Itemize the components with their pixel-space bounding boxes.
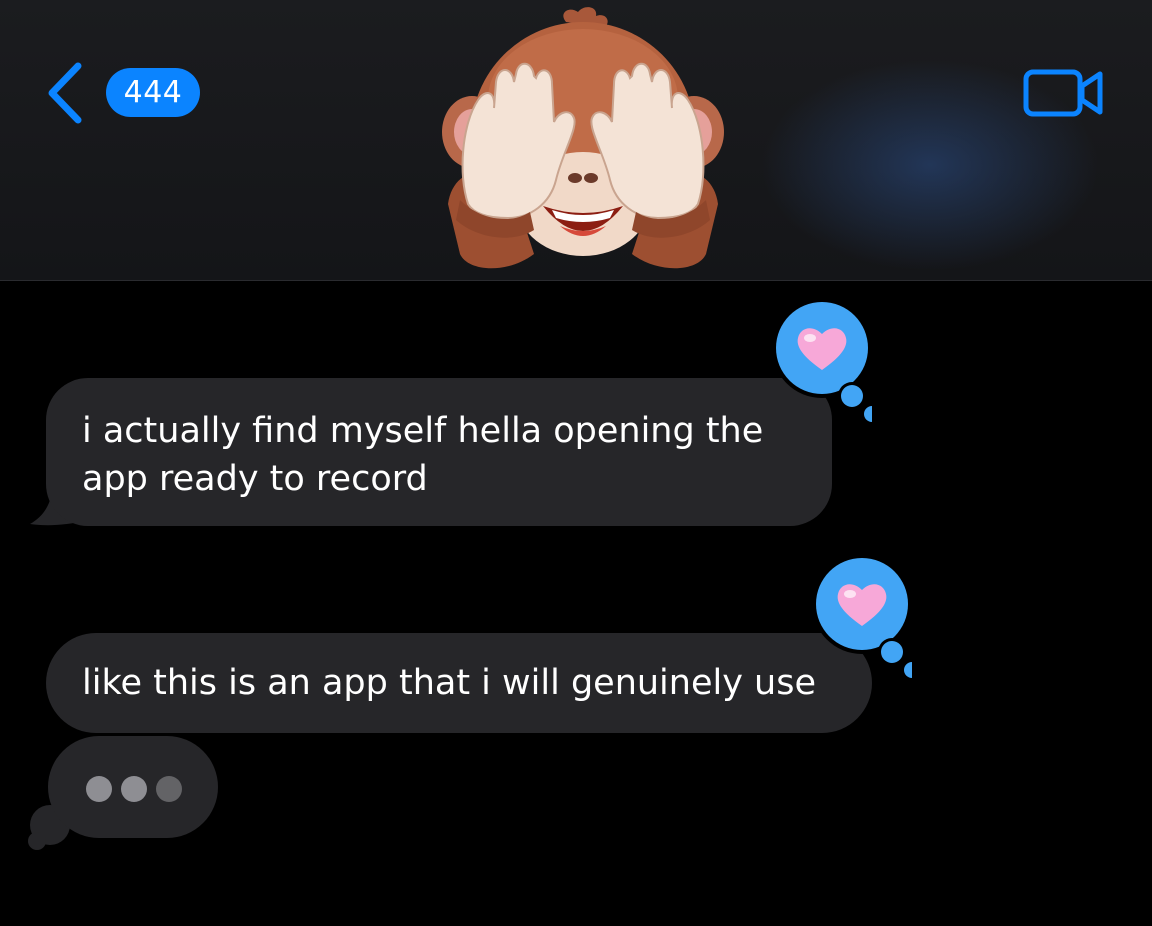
- heart-tapback-icon[interactable]: [772, 296, 872, 436]
- typing-indicator-tail-dot: [28, 832, 46, 850]
- message-bubble-incoming[interactable]: i actually find myself hella opening the…: [46, 378, 832, 526]
- conversation-header: 444: [0, 0, 1152, 281]
- message-bubble-incoming[interactable]: like this is an app that i will genuinel…: [46, 633, 872, 733]
- message-text: i actually find myself hella opening the…: [82, 411, 764, 499]
- messages-screen: 444 i actually find myself hella opening…: [0, 0, 1152, 926]
- unread-count-badge[interactable]: 444: [106, 68, 200, 117]
- chevron-left-icon[interactable]: [44, 60, 84, 126]
- typing-indicator: [48, 736, 218, 838]
- message-text: like this is an app that i will genuinel…: [82, 663, 817, 703]
- heart-tapback-icon[interactable]: [812, 552, 912, 692]
- monkey-avatar-icon[interactable]: [438, 4, 728, 276]
- typing-dot: [156, 776, 182, 802]
- typing-dot: [121, 776, 147, 802]
- typing-dot: [86, 776, 112, 802]
- video-camera-icon[interactable]: [1022, 66, 1106, 120]
